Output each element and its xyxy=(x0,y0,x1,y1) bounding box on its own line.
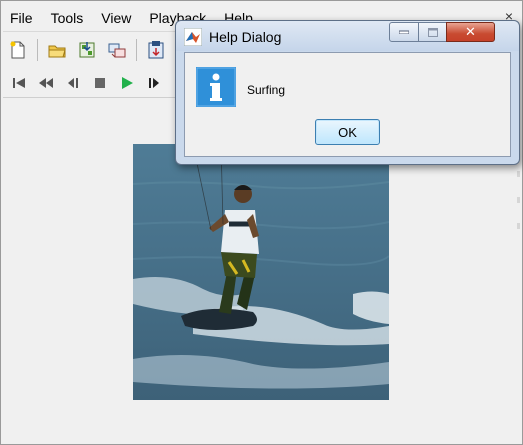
step-back-icon[interactable] xyxy=(61,72,85,94)
stop-icon[interactable] xyxy=(88,72,112,94)
kitesurfer-image xyxy=(133,144,389,400)
go-to-first-icon[interactable] xyxy=(7,72,31,94)
minimize-button[interactable] xyxy=(389,22,419,42)
dialog-titlebar[interactable]: Help Dialog ✕ xyxy=(176,21,519,51)
playback-controls xyxy=(7,71,166,95)
export-icon[interactable] xyxy=(143,37,169,63)
maximize-button[interactable] xyxy=(418,22,447,42)
dialog-title: Help Dialog xyxy=(209,29,282,45)
help-dialog: Help Dialog ✕ Surfing OK xyxy=(175,20,520,165)
menu-file[interactable]: File xyxy=(1,7,42,29)
window-resize-grip[interactable] xyxy=(517,171,520,251)
play-icon[interactable] xyxy=(115,72,139,94)
dialog-message: Surfing xyxy=(247,83,286,97)
new-file-icon[interactable] xyxy=(5,37,31,63)
connect-icon[interactable] xyxy=(104,37,130,63)
toolbar xyxy=(5,35,169,65)
step-forward-icon[interactable] xyxy=(142,72,166,94)
ok-button[interactable]: OK xyxy=(315,119,380,145)
maximize-icon xyxy=(427,27,438,37)
open-folder-icon[interactable] xyxy=(44,37,70,63)
video-frame-image xyxy=(133,144,389,400)
toolbar-divider xyxy=(37,39,38,61)
import-icon[interactable] xyxy=(74,37,100,63)
matlab-icon xyxy=(184,28,202,46)
toolbar-divider xyxy=(136,39,137,61)
dialog-content: Surfing OK xyxy=(184,52,511,157)
close-button[interactable]: ✕ xyxy=(446,22,495,42)
info-icon xyxy=(196,67,236,107)
menu-view[interactable]: View xyxy=(92,7,140,29)
close-icon: ✕ xyxy=(465,24,476,39)
minimize-icon xyxy=(399,30,409,34)
rewind-icon[interactable] xyxy=(34,72,58,94)
menu-tools[interactable]: Tools xyxy=(42,7,93,29)
